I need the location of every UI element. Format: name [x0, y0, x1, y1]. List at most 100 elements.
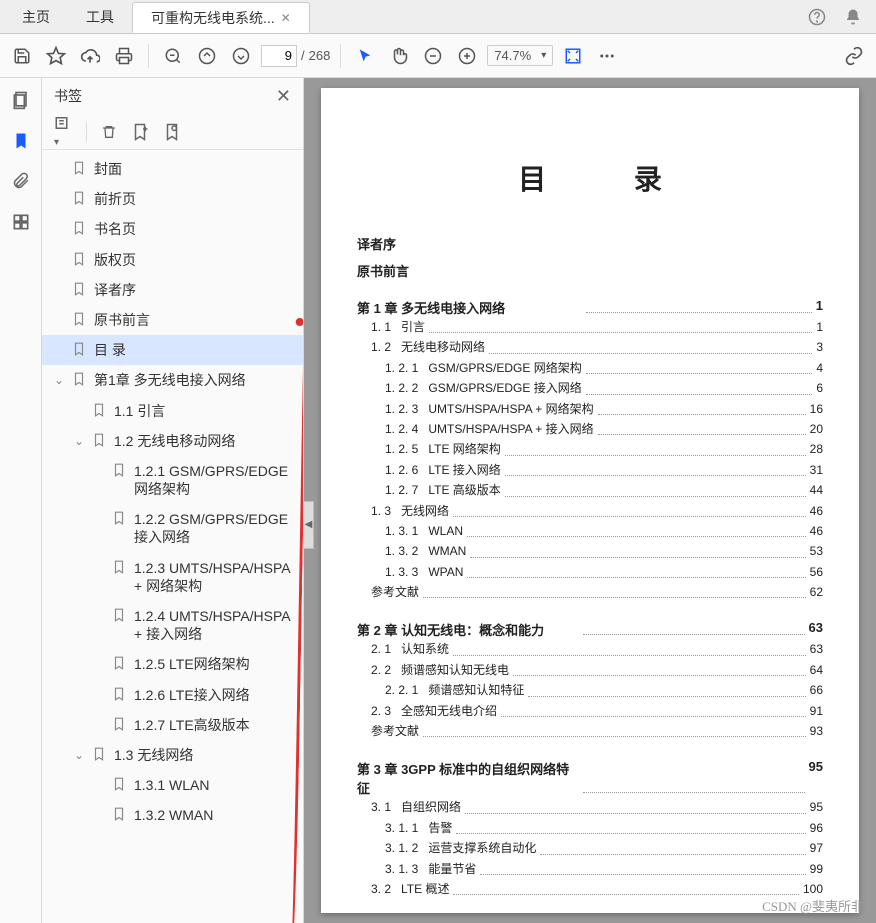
toc-title: 目 录 [357, 158, 823, 198]
help-icon[interactable] [808, 8, 826, 26]
hand-tool-icon[interactable] [385, 42, 413, 70]
bookmark-label: 1.3 无线网络 [114, 746, 295, 764]
print-icon[interactable] [110, 42, 138, 70]
bookmark-item[interactable]: 1.3.1 WLAN [42, 770, 303, 800]
bookmark-item[interactable]: 目 录 [42, 335, 303, 365]
toc-references: 参考文献93 [371, 721, 823, 741]
prev-page-icon[interactable] [193, 42, 221, 70]
bookmark-item[interactable]: 书名页 [42, 214, 303, 244]
bookmark-item[interactable]: 1.2.1 GSM/GPRS/EDGE 网络架构 [42, 456, 303, 504]
bookmark-item[interactable]: 1.2.3 UMTS/HSPA/HSPA + 网络架构 [42, 553, 303, 601]
tab-home[interactable]: 主页 [4, 0, 68, 33]
pdf-page: 目 录 译者序原书前言第 1 章 多无线电接入网络11. 1引言11. 2无线电… [321, 88, 859, 913]
rail-attachments-icon[interactable] [12, 172, 30, 190]
toc-entry: 1. 3无线网络46 [371, 501, 823, 521]
close-tab-icon[interactable]: ✕ [281, 11, 291, 25]
minus-icon[interactable] [419, 42, 447, 70]
tab-bar: 主页 工具 可重构无线电系统...✕ [0, 0, 876, 34]
bookmark-icon [72, 161, 88, 175]
bookmark-item[interactable]: ⌄ 1.3 无线网络 [42, 740, 303, 770]
zoom-select[interactable]: 74.7%▾ [487, 45, 553, 66]
bookmark-item[interactable]: 版权页 [42, 245, 303, 275]
chevron-down-icon[interactable]: ⌄ [52, 373, 66, 387]
bookmark-icon [72, 342, 88, 356]
panel-options-icon[interactable]: ▾ [54, 114, 72, 150]
rail-layers-icon[interactable] [11, 212, 31, 232]
panel-collapse-handle[interactable]: ◀ [304, 501, 314, 549]
bookmark-item[interactable]: 1.2.5 LTE网络架构 [42, 649, 303, 679]
fit-page-icon[interactable] [559, 42, 587, 70]
panel-close-icon[interactable]: ✕ [276, 86, 291, 107]
side-rail [0, 78, 42, 923]
bookmark-item[interactable]: 1.2.6 LTE接入网络 [42, 680, 303, 710]
bookmark-icon [92, 433, 108, 447]
toc-entry: 1. 2. 7LTE 高级版本44 [385, 480, 823, 500]
bookmark-icon [72, 282, 88, 296]
toc-front-matter: 原书前言 [357, 261, 823, 280]
bookmark-icon [112, 807, 128, 821]
select-tool-icon[interactable] [351, 42, 379, 70]
toc-entry: 2. 2. 1频谱感知认知特征66 [385, 680, 823, 700]
rail-bookmarks-icon[interactable] [12, 132, 30, 150]
find-bookmark-icon[interactable] [163, 123, 181, 141]
bookmark-label: 1.2.2 GSM/GPRS/EDGE 接入网络 [134, 510, 295, 546]
toc-entry: 3. 1. 1告警96 [385, 818, 823, 838]
bookmark-item[interactable]: 1.2.4 UMTS/HSPA/HSPA + 接入网络 [42, 601, 303, 649]
bookmark-tree[interactable]: 封面前折页书名页版权页译者序原书前言目 录 ⌄第1章 多无线电接入网络1.1 引言… [42, 150, 303, 923]
chevron-down-icon[interactable]: ⌄ [72, 434, 86, 448]
page-input[interactable] [261, 45, 297, 67]
bookmark-icon [92, 747, 108, 761]
plus-icon[interactable] [453, 42, 481, 70]
bookmarks-panel: 书签 ✕ ▾ 封面前折页书名页版权页译者序原书前言目 录⌄第1章 多无线电接入网… [42, 78, 304, 923]
tab-document[interactable]: 可重构无线电系统...✕ [132, 2, 310, 33]
bookmark-label: 1.2.6 LTE接入网络 [134, 686, 295, 704]
bookmark-label: 1.2.1 GSM/GPRS/EDGE 网络架构 [134, 462, 295, 498]
bookmark-label: 1.2 无线电移动网络 [114, 432, 295, 450]
add-bookmark-icon[interactable] [131, 123, 149, 141]
bookmark-icon [112, 777, 128, 791]
bookmark-label: 前折页 [94, 190, 295, 208]
rail-pages-icon[interactable] [11, 90, 31, 110]
bell-icon[interactable] [844, 8, 862, 26]
bookmark-label: 译者序 [94, 281, 295, 299]
document-viewport[interactable]: ◀ 目 录 译者序原书前言第 1 章 多无线电接入网络11. 1引言11. 2无… [304, 78, 876, 923]
toc-entry: 1. 3. 3WPAN56 [385, 562, 823, 582]
bookmark-item[interactable]: 原书前言 [42, 305, 303, 335]
bookmark-label: 书名页 [94, 220, 295, 238]
bookmark-item[interactable]: 1.1 引言 [42, 396, 303, 426]
toc-entry: 1. 2. 6LTE 接入网络31 [385, 460, 823, 480]
bookmark-item[interactable]: 前折页 [42, 184, 303, 214]
share-icon[interactable] [840, 42, 868, 70]
page-indicator: /268 [261, 45, 330, 67]
toc-chapter-head: 第 1 章 多无线电接入网络1 [357, 298, 823, 317]
more-icon[interactable] [593, 42, 621, 70]
toc-entry: 1. 3. 2WMAN53 [385, 541, 823, 561]
bookmark-label: 1.2.5 LTE网络架构 [134, 655, 295, 673]
bookmark-label: 目 录 [94, 341, 295, 359]
toc-entry: 2. 1认知系统63 [371, 639, 823, 659]
bookmark-item[interactable]: 1.2.2 GSM/GPRS/EDGE 接入网络 [42, 504, 303, 552]
toc-entry: 1. 2. 3UMTS/HSPA/HSPA + 网络架构16 [385, 399, 823, 419]
next-page-icon[interactable] [227, 42, 255, 70]
bookmark-label: 1.2.7 LTE高级版本 [134, 716, 295, 734]
bookmark-item[interactable]: 1.3.2 WMAN [42, 800, 303, 830]
toc-entry: 1. 2. 4UMTS/HSPA/HSPA + 接入网络20 [385, 419, 823, 439]
bookmark-item[interactable]: 1.2.7 LTE高级版本 [42, 710, 303, 740]
bookmark-icon [112, 463, 128, 477]
chevron-down-icon[interactable]: ⌄ [72, 748, 86, 762]
bookmark-item[interactable]: 封面 [42, 154, 303, 184]
star-icon[interactable] [42, 42, 70, 70]
tab-tools[interactable]: 工具 [68, 0, 132, 33]
cloud-upload-icon[interactable] [76, 42, 104, 70]
delete-bookmark-icon[interactable] [101, 124, 117, 140]
bookmark-item[interactable]: ⌄第1章 多无线电接入网络 [42, 365, 303, 395]
bookmark-label: 1.2.4 UMTS/HSPA/HSPA + 接入网络 [134, 607, 295, 643]
bookmark-item[interactable]: ⌄ 1.2 无线电移动网络 [42, 426, 303, 456]
toc-references: 参考文献62 [371, 582, 823, 602]
toc-entry: 2. 2频谱感知认知无线电64 [371, 660, 823, 680]
bookmark-item[interactable]: 译者序 [42, 275, 303, 305]
toc-entry: 3. 1. 2运营支撑系统自动化97 [385, 838, 823, 858]
save-icon[interactable] [8, 42, 36, 70]
zoom-out-icon[interactable] [159, 42, 187, 70]
toc-chapter-head: 第 2 章 认知无线电：概念和能力63 [357, 620, 823, 639]
